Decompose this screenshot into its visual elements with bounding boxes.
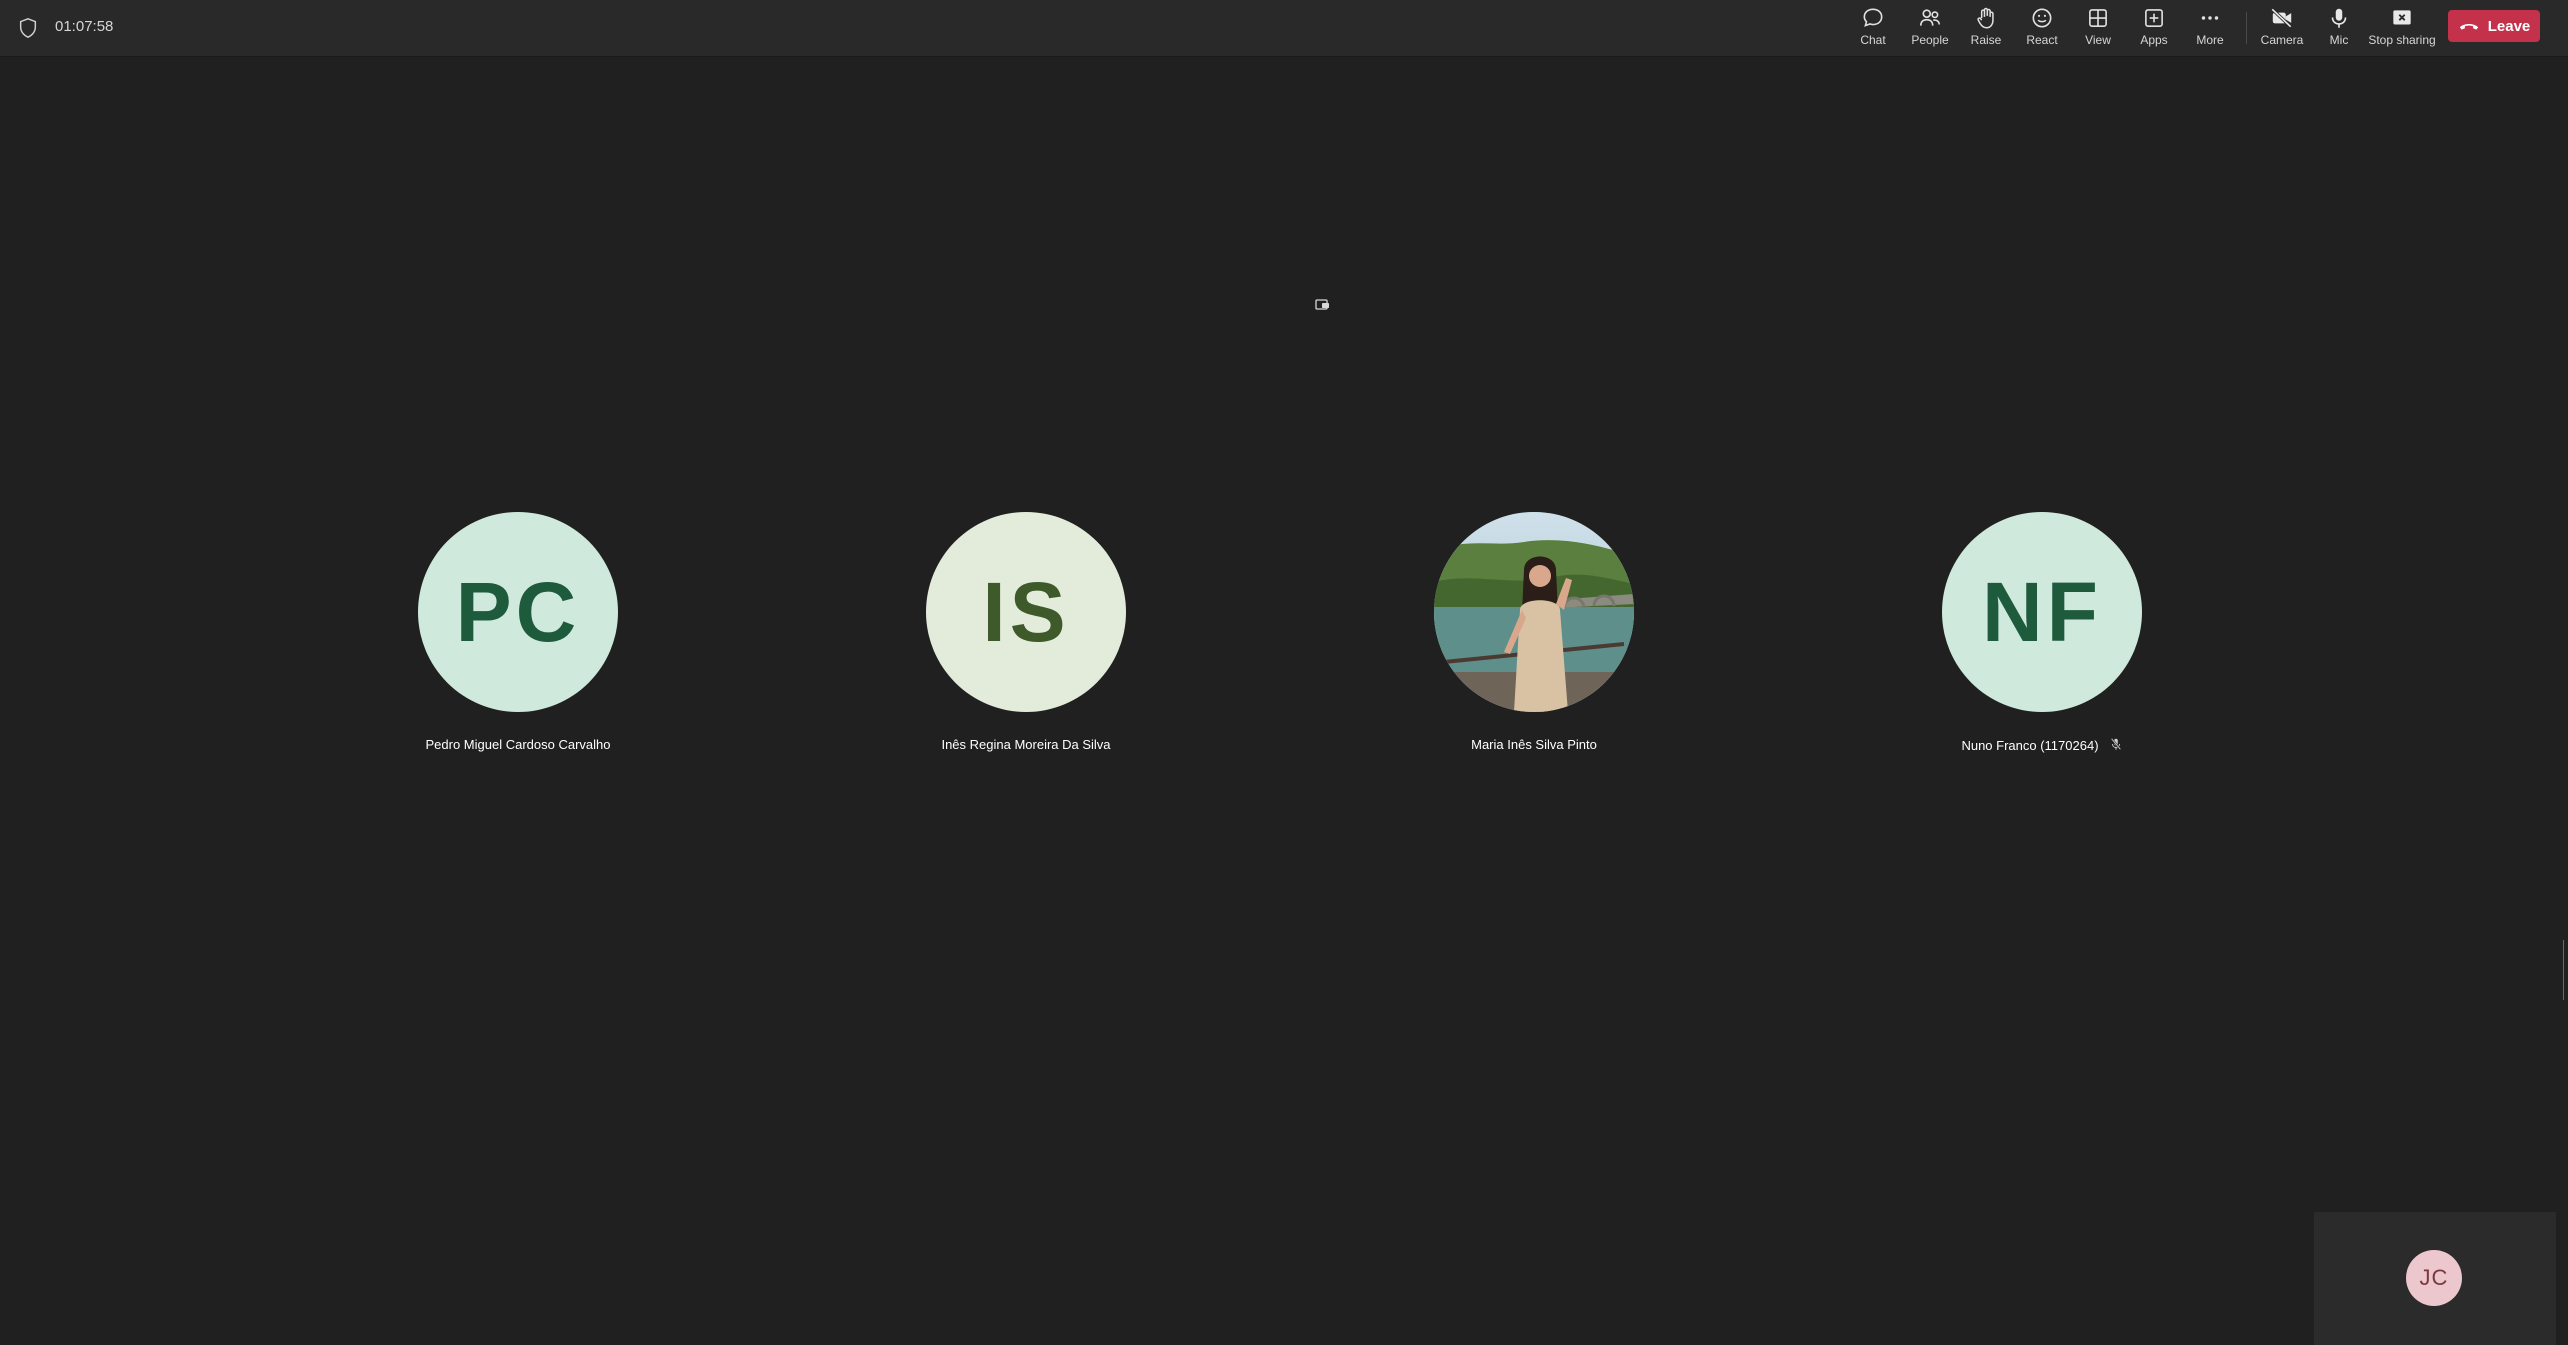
view-button[interactable]: View <box>2082 5 2114 51</box>
participant-name: Pedro Miguel Cardoso Carvalho <box>425 737 611 752</box>
participant-tile[interactable]: Maria Inês Silva Pinto <box>1334 512 1734 752</box>
participant-name: Maria Inês Silva Pinto <box>1471 737 1597 752</box>
shield-icon <box>19 18 37 38</box>
participant-name: Inês Regina Moreira Da Silva <box>941 737 1111 752</box>
meeting-toolbar: 01:07:58 Chat People Raise React View Ap… <box>0 0 2568 57</box>
participant-tile[interactable]: PC Pedro Miguel Cardoso Carvalho <box>318 512 718 752</box>
hand-icon <box>1977 7 1994 29</box>
toolbar-separator <box>2246 12 2247 44</box>
content-sharing-icon <box>1315 299 1329 310</box>
profile-photo <box>1434 512 1634 712</box>
participant-name: Nuno Franco (1170264) <box>1961 738 2099 753</box>
add-app-icon <box>2145 9 2163 27</box>
participant-avatar-photo <box>1434 512 1634 712</box>
people-button[interactable]: People <box>1910 5 1950 51</box>
self-view-tile[interactable]: JC <box>2314 1212 2556 1345</box>
mic-button[interactable]: Mic <box>2326 5 2352 51</box>
chat-button[interactable]: Chat <box>1857 5 1889 51</box>
camera-off-icon <box>2271 8 2292 28</box>
hang-up-icon <box>2459 23 2478 30</box>
stop-sharing-button[interactable]: Stop sharing <box>2368 5 2436 51</box>
camera-button[interactable]: Camera <box>2261 5 2303 51</box>
meeting-timer: 01:07:58 <box>55 18 114 35</box>
people-icon <box>1919 9 1941 26</box>
side-panel-edge <box>2563 940 2568 1000</box>
smiley-icon <box>2032 8 2052 28</box>
leave-button[interactable]: Leave <box>2448 10 2540 42</box>
more-button[interactable]: More <box>2194 5 2226 51</box>
self-avatar: JC <box>2406 1250 2462 1306</box>
mic-muted-icon <box>2109 737 2123 754</box>
more-icon <box>2201 16 2219 20</box>
stop-share-icon <box>2393 10 2411 25</box>
chat-icon <box>1863 8 1883 27</box>
participant-avatar: NF <box>1942 512 2142 712</box>
react-button[interactable]: React <box>2024 5 2060 51</box>
participant-avatar: PC <box>418 512 618 712</box>
grid-view-icon <box>2089 9 2107 27</box>
apps-button[interactable]: Apps <box>2138 5 2170 51</box>
raise-hand-button[interactable]: Raise <box>1968 5 2004 51</box>
participant-avatar: IS <box>926 512 1126 712</box>
participant-tile[interactable]: NF Nuno Franco (1170264) <box>1842 512 2242 754</box>
mic-icon <box>2331 8 2347 28</box>
participant-tile[interactable]: IS Inês Regina Moreira Da Silva <box>826 512 1226 752</box>
